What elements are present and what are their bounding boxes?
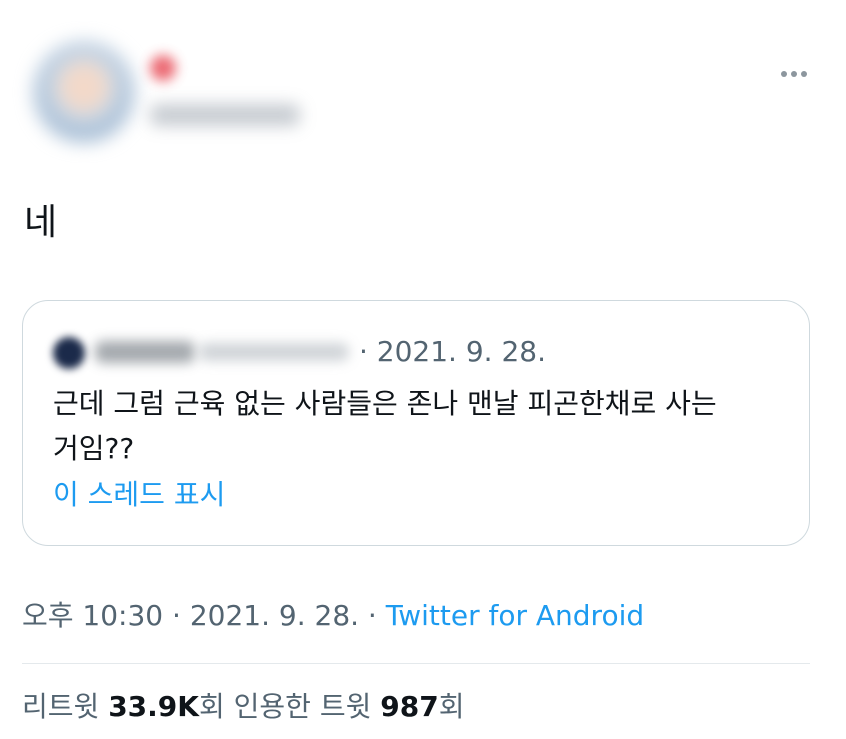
more-options-icon[interactable] bbox=[776, 60, 812, 88]
retweets-unit: 회 bbox=[198, 690, 225, 723]
author-avatar[interactable] bbox=[34, 42, 134, 142]
quoted-author-handle bbox=[199, 343, 349, 361]
quoted-tweet-card[interactable]: · 2021. 9. 28. 근데 그럼 근육 없는 사람들은 존나 맨날 피곤… bbox=[22, 300, 810, 546]
quoted-author-avatar bbox=[53, 337, 85, 369]
author-badge bbox=[150, 55, 176, 81]
tweet-stats: 리트윗 33.9K회 인용한 트윗 987회 bbox=[22, 687, 464, 727]
quotes-stat[interactable]: 인용한 트윗 987회 bbox=[234, 690, 465, 723]
tweet-text: 네 bbox=[24, 202, 58, 243]
tweet-source[interactable]: Twitter for Android bbox=[386, 599, 644, 632]
tweet-time[interactable]: 오후 10:30 bbox=[22, 599, 163, 632]
retweets-label: 리트윗 bbox=[22, 690, 100, 723]
tweet-meta: 오후 10:30 · 2021. 9. 28. · Twitter for An… bbox=[22, 596, 644, 636]
quoted-tweet-text: 근데 그럼 근육 없는 사람들은 존나 맨날 피곤한채로 사는 거임?? bbox=[53, 387, 717, 465]
meta-separator: · bbox=[359, 599, 386, 632]
divider bbox=[22, 663, 810, 664]
author-name[interactable] bbox=[150, 104, 300, 126]
quotes-label: 인용한 트윗 bbox=[233, 690, 372, 723]
quotes-unit: 회 bbox=[438, 690, 465, 723]
quoted-author-name bbox=[95, 341, 195, 363]
retweets-count: 33.9K bbox=[108, 690, 199, 723]
quotes-count: 987 bbox=[380, 690, 439, 723]
tweet-date[interactable]: 2021. 9. 28. bbox=[190, 599, 359, 632]
meta-separator: · bbox=[163, 599, 190, 632]
retweets-stat[interactable]: 리트윗 33.9K회 bbox=[22, 690, 225, 723]
show-thread-link[interactable]: 이 스레드 표시 bbox=[53, 475, 225, 515]
quoted-tweet-date: · 2021. 9. 28. bbox=[359, 335, 547, 368]
